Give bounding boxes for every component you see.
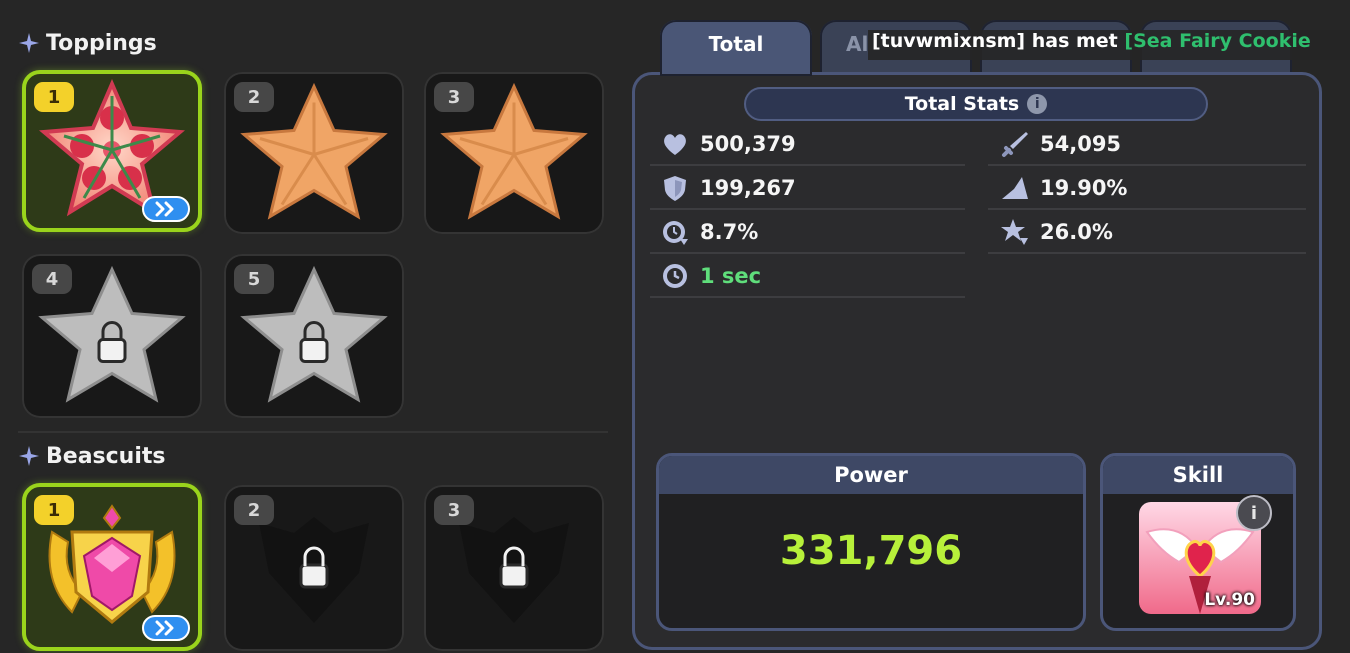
tab-label: Total: [708, 32, 764, 56]
power-box: Power 331,796: [656, 453, 1086, 631]
info-icon[interactable]: i: [1027, 94, 1048, 114]
crit-icon: [1002, 177, 1028, 199]
total-stats-title: Total Stats: [904, 93, 1020, 115]
notice-text: [tuvwmixnsm] has met: [872, 30, 1125, 52]
topping-slot-2[interactable]: 2: [224, 72, 404, 234]
stat-damage-resist: 26.0%: [1000, 213, 1113, 251]
skill-box[interactable]: Skill Lv.90: [1100, 453, 1296, 631]
stat-hp: 500,379: [660, 125, 796, 163]
stat-value: 8.7%: [700, 220, 759, 244]
double-chevron-icon: [155, 201, 174, 217]
sword-icon: [1002, 132, 1028, 157]
stat-value: 54,095: [1040, 132, 1122, 156]
upgrade-button[interactable]: [142, 615, 190, 641]
cooldown-icon: [663, 221, 688, 245]
slot-number-badge: 1: [34, 82, 74, 112]
stat-value: 1 sec: [700, 264, 762, 288]
stat-defense: 199,267: [660, 169, 796, 207]
stat-cooldown: 8.7%: [660, 213, 758, 251]
beascuits-section-title: Beascuits: [18, 441, 166, 471]
stat-divider: [988, 208, 1306, 210]
heart-icon: [664, 134, 686, 155]
tab-total[interactable]: Total: [660, 20, 812, 76]
stat-divider: [988, 164, 1306, 166]
beascuit-slot-3[interactable]: 3: [424, 485, 604, 651]
topping-slot-3[interactable]: 3: [424, 72, 604, 234]
beascuit-slot-1[interactable]: 1: [22, 483, 202, 651]
stat-divider: [650, 252, 965, 254]
topping-slot-5[interactable]: 5: [224, 254, 404, 418]
slot-number-badge: 3: [434, 82, 474, 112]
topping-slot-4[interactable]: 4: [22, 254, 202, 418]
power-value: 331,796: [779, 528, 963, 574]
stat-divider: [650, 296, 965, 298]
tab-label: Al: [846, 32, 869, 56]
stat-value: 199,267: [700, 176, 796, 200]
slot-number-badge: 1: [34, 495, 74, 525]
total-stats-header: Total Stats i: [744, 87, 1208, 121]
stat-divider: [988, 252, 1306, 254]
stat-value: 19.90%: [1040, 176, 1128, 200]
notice-highlight: [Sea Fairy Cookie: [1124, 30, 1311, 52]
sparkle-icon: [19, 446, 39, 466]
clock-icon: [663, 264, 687, 288]
stat-divider: [650, 164, 965, 166]
beascuit-slot-2[interactable]: 2: [224, 485, 404, 651]
double-chevron-icon: [155, 620, 174, 636]
dmg-resist-icon: [1001, 219, 1028, 245]
stat-crit: 19.90%: [1000, 169, 1127, 207]
toppings-title: Toppings: [46, 30, 157, 56]
slot-number-badge: 3: [434, 495, 474, 525]
stat-attack: 54,095: [1000, 125, 1121, 163]
beascuits-title: Beascuits: [46, 443, 166, 469]
slot-number-badge: 2: [234, 82, 274, 112]
upgrade-button[interactable]: [142, 196, 190, 222]
skill-label: Skill: [1103, 456, 1293, 494]
stat-divider: [650, 208, 965, 210]
slot-number-badge: 4: [32, 264, 72, 294]
stat-value: 26.0%: [1040, 220, 1113, 244]
skill-info-icon[interactable]: i: [1236, 495, 1272, 531]
power-label: Power: [659, 456, 1083, 494]
stat-cooldown-time: 1 sec: [660, 257, 761, 295]
sparkle-icon: [19, 33, 39, 53]
skill-level: Lv.90: [1204, 590, 1255, 610]
stat-value: 500,379: [700, 132, 796, 156]
toppings-section-title: Toppings: [18, 28, 157, 58]
topping-slot-1[interactable]: 1: [22, 70, 202, 232]
shield-icon: [664, 176, 686, 201]
slot-number-badge: 5: [234, 264, 274, 294]
slot-number-badge: 2: [234, 495, 274, 525]
section-divider: [18, 431, 608, 433]
system-notice: [tuvwmixnsm] has met [Sea Fairy Cookie: [868, 30, 1350, 60]
